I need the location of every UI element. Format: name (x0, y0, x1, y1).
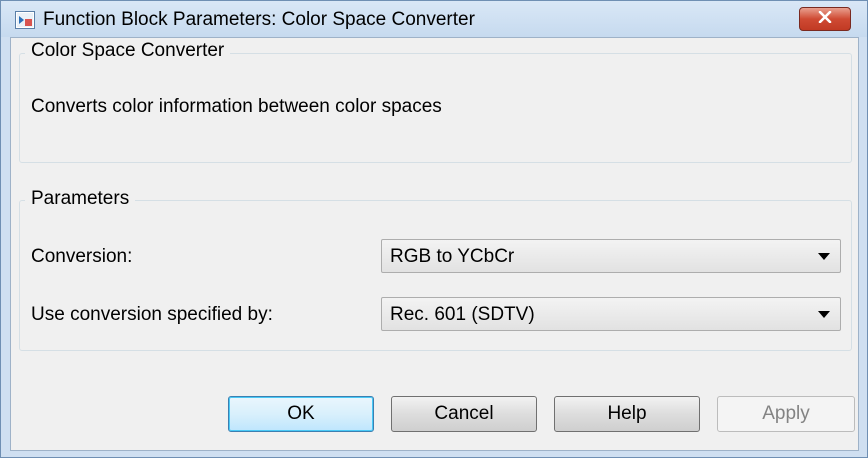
description-group-title: Color Space Converter (25, 40, 231, 62)
title-bar[interactable]: Function Block Parameters: Color Space C… (1, 1, 867, 37)
conversion-spec-dropdown[interactable]: Rec. 601 (SDTV) (381, 297, 841, 331)
dialog-window: Function Block Parameters: Color Space C… (0, 0, 868, 458)
close-icon (818, 10, 832, 28)
simulink-block-icon (15, 11, 35, 29)
close-button[interactable] (799, 7, 851, 31)
dropdown-arrow-icon (818, 311, 830, 318)
parameters-group-title: Parameters (25, 188, 136, 210)
cancel-button[interactable]: Cancel (391, 396, 537, 432)
conversion-dropdown[interactable]: RGB to YCbCr (381, 239, 841, 273)
dropdown-arrow-icon (818, 253, 830, 260)
ok-button[interactable]: OK (228, 396, 374, 432)
window-title: Function Block Parameters: Color Space C… (43, 9, 475, 30)
conversion-spec-label: Use conversion specified by: (31, 304, 273, 325)
conversion-spec-dropdown-value: Rec. 601 (SDTV) (390, 304, 535, 325)
help-button[interactable]: Help (554, 396, 700, 432)
conversion-dropdown-value: RGB to YCbCr (390, 246, 515, 267)
conversion-label: Conversion: (31, 246, 133, 267)
dialog-client-area: Color Space Converter Converts color inf… (10, 37, 859, 451)
apply-button[interactable]: Apply (717, 396, 855, 432)
block-description: Converts color information between color… (31, 96, 442, 117)
